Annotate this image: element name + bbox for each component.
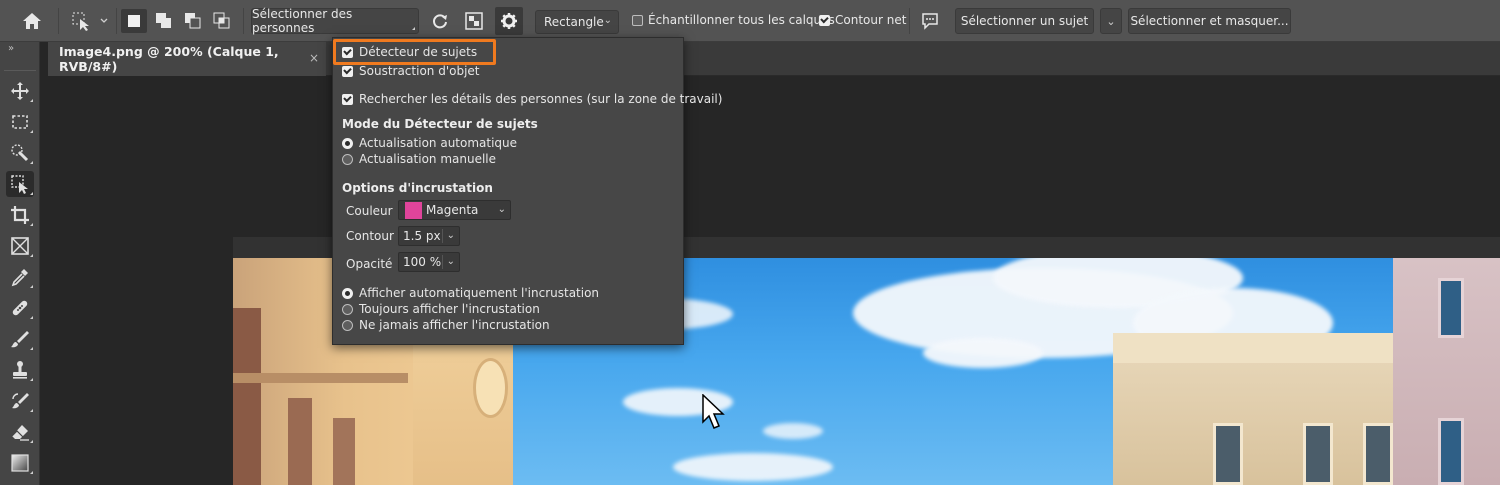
auto-show-overlay-radio[interactable]: Afficher automatiquement l'incrustation xyxy=(342,286,599,300)
select-subject-dropdown[interactable]: ⌄ xyxy=(1100,8,1122,34)
document-tab-bar: Image4.png @ 200% (Calque 1, RVB/8#) × xyxy=(48,42,1500,76)
stroke-select-value: 1.5 px xyxy=(403,229,441,243)
detector-mode-heading: Mode du Détecteur de sujets xyxy=(342,117,538,131)
color-select-value: Magenta xyxy=(426,203,479,217)
feedback-icon[interactable] xyxy=(917,9,943,33)
select-and-mask-label: Sélectionner et masquer... xyxy=(1130,14,1289,28)
always-show-overlay-label: Toujours afficher l'incrustation xyxy=(359,302,540,316)
manual-refresh-radio[interactable]: Actualisation manuelle xyxy=(342,152,496,166)
find-people-details-label: Rechercher les détails des personnes (su… xyxy=(359,92,723,106)
find-people-details-box[interactable] xyxy=(342,93,353,105)
close-tab-icon[interactable]: × xyxy=(309,51,319,65)
chevron-down-icon: ⌄ xyxy=(603,15,612,26)
never-show-overlay-radio[interactable]: Ne jamais afficher l'incrustation xyxy=(342,318,550,332)
opacity-label: Opacité xyxy=(346,257,393,271)
subtract-from-selection-icon[interactable] xyxy=(180,9,206,33)
tools-panel: » xyxy=(0,42,40,485)
hard-edge-box[interactable] xyxy=(819,14,830,26)
color-label: Couleur xyxy=(346,204,393,218)
corner-triangle-icon xyxy=(412,27,415,30)
object-finder-overlay-icon[interactable] xyxy=(461,9,487,33)
stroke-label: Contour xyxy=(346,229,394,243)
color-select[interactable]: Magenta ⌄ xyxy=(398,200,511,220)
home-icon[interactable] xyxy=(18,9,46,33)
select-and-mask-button[interactable]: Sélectionner et masquer... xyxy=(1128,8,1291,34)
options-bar: Sélectionner des personnes Rectangle ⌄ É… xyxy=(0,0,1500,42)
eraser-tool-icon[interactable] xyxy=(6,419,34,445)
never-show-overlay-label: Ne jamais afficher l'incrustation xyxy=(359,318,550,332)
chevron-down-icon: ⌄ xyxy=(1106,14,1116,28)
object-selection-preset-icon[interactable] xyxy=(68,9,112,33)
manual-refresh-radio-dot[interactable] xyxy=(342,153,353,165)
marquee-tool-icon[interactable] xyxy=(6,109,34,135)
object-subtraction-checkbox[interactable]: Soustraction d'objet xyxy=(342,64,480,78)
hard-edge-label: Contour net xyxy=(835,13,907,27)
clone-stamp-tool-icon[interactable] xyxy=(6,357,34,383)
mouse-cursor-icon xyxy=(702,393,726,433)
opacity-select-value: 100 % xyxy=(403,255,442,269)
manual-refresh-label: Actualisation manuelle xyxy=(359,152,497,166)
expand-panel-icon[interactable]: » xyxy=(8,43,14,54)
auto-show-overlay-dot[interactable] xyxy=(342,287,353,299)
eyedropper-tool-icon[interactable] xyxy=(6,264,34,290)
chevron-down-icon: ⌄ xyxy=(446,256,455,267)
crop-tool-icon[interactable] xyxy=(6,202,34,228)
sample-all-layers-box[interactable] xyxy=(632,14,643,26)
mode-select-value: Rectangle xyxy=(544,15,604,29)
opacity-select[interactable]: 100 % ⌄ xyxy=(398,252,460,272)
never-show-overlay-dot[interactable] xyxy=(342,319,353,331)
stroke-select[interactable]: 1.5 px ⌄ xyxy=(398,226,460,246)
sample-all-layers-checkbox[interactable]: Échantillonner tous les calques xyxy=(632,13,835,27)
document-tab-title: Image4.png @ 200% (Calque 1, RVB/8#) xyxy=(59,44,279,74)
select-people-label: Sélectionner des personnes xyxy=(252,7,353,35)
find-people-details-checkbox[interactable]: Rechercher les détails des personnes (su… xyxy=(342,92,722,106)
object-selection-tool-icon[interactable] xyxy=(6,171,34,197)
always-show-overlay-radio[interactable]: Toujours afficher l'incrustation xyxy=(342,302,540,316)
object-selection-settings-panel: Détecteur de sujets Soustraction d'objet… xyxy=(332,37,722,345)
healing-brush-tool-icon[interactable] xyxy=(6,295,34,321)
select-subject-button[interactable]: Sélectionner un sujet xyxy=(955,8,1094,34)
hard-edge-checkbox[interactable]: Contour net xyxy=(819,13,906,27)
intersect-selection-icon[interactable] xyxy=(209,9,235,33)
select-people-button[interactable]: Sélectionner des personnes xyxy=(251,7,419,35)
new-selection-icon[interactable] xyxy=(121,9,147,33)
always-show-overlay-dot[interactable] xyxy=(342,303,353,315)
history-brush-tool-icon[interactable] xyxy=(6,388,34,414)
chevron-down-icon: ⌄ xyxy=(446,230,455,241)
brush-tool-icon[interactable] xyxy=(6,326,34,352)
object-detector-highlight xyxy=(333,39,496,65)
overlay-options-heading: Options d'incrustation xyxy=(342,181,493,195)
chevron-down-icon: ⌄ xyxy=(497,204,506,215)
object-subtraction-box[interactable] xyxy=(342,65,353,77)
frame-tool-icon[interactable] xyxy=(6,233,34,259)
add-to-selection-icon[interactable] xyxy=(151,9,177,33)
document-tab[interactable]: Image4.png @ 200% (Calque 1, RVB/8#) × xyxy=(48,42,326,76)
select-divider xyxy=(442,229,443,243)
refresh-icon[interactable] xyxy=(427,9,453,33)
auto-refresh-radio-dot[interactable] xyxy=(342,137,353,149)
sample-all-layers-label: Échantillonner tous les calques xyxy=(648,13,835,27)
settings-gear-icon[interactable] xyxy=(495,7,523,35)
auto-show-overlay-label: Afficher automatiquement l'incrustation xyxy=(359,286,600,300)
gradient-tool-icon[interactable] xyxy=(6,450,34,476)
object-subtraction-label: Soustraction d'objet xyxy=(359,64,480,78)
auto-refresh-label: Actualisation automatique xyxy=(359,136,518,150)
quick-selection-tool-icon[interactable] xyxy=(6,140,34,166)
mode-select[interactable]: Rectangle ⌄ xyxy=(535,10,619,34)
color-swatch xyxy=(405,201,422,219)
move-tool-icon[interactable] xyxy=(6,78,34,104)
auto-refresh-radio[interactable]: Actualisation automatique xyxy=(342,136,517,150)
select-divider xyxy=(442,255,443,269)
select-subject-label: Sélectionner un sujet xyxy=(960,14,1089,28)
